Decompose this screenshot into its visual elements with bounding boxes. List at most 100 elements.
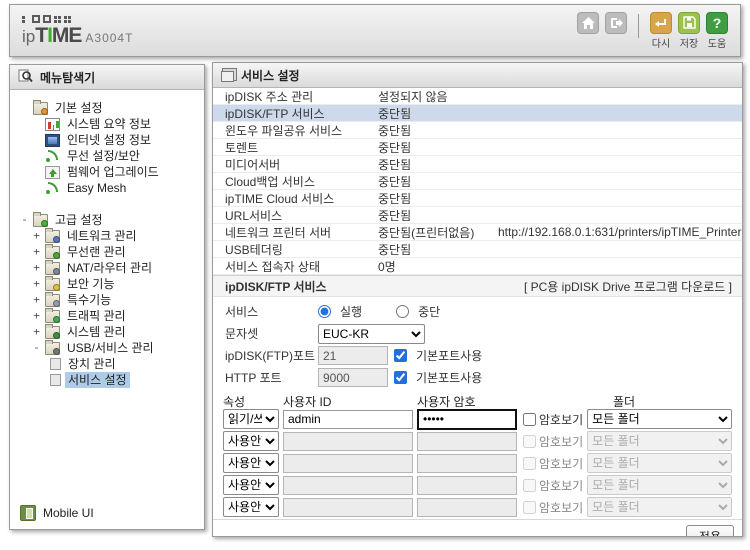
show-password-checkbox[interactable] <box>523 413 536 426</box>
tree-item-system-summary[interactable]: 시스템 요약 정보 <box>18 116 200 132</box>
tree-item-usb-service-management[interactable]: -USB/서비스 관리 <box>18 340 200 356</box>
service-row[interactable]: 미디어서버중단됨 <box>213 156 742 173</box>
attr-select[interactable]: 읽기/쓰기 <box>223 409 279 429</box>
page-icon <box>50 358 61 370</box>
tree-item-firmware-upgrade[interactable]: 펌웨어 업그레이드 <box>18 164 200 180</box>
tree-item-internet-info[interactable]: 인터넷 설정 정보 <box>18 132 200 148</box>
show-password-checkbox[interactable] <box>523 501 536 514</box>
service-stop-radio[interactable] <box>396 305 409 318</box>
iptime-logo: ipTIMEA3004T <box>22 14 133 48</box>
folder-plus-icon <box>33 214 48 227</box>
home-icon[interactable] <box>577 12 599 34</box>
help-label: 도움 <box>708 35 726 50</box>
service-row[interactable]: ipTIME Cloud 서비스중단됨 <box>213 190 742 207</box>
user-id-input[interactable] <box>283 454 413 473</box>
attr-select[interactable]: 사용안함 <box>223 475 279 495</box>
tree-item-system-management[interactable]: +시스템 관리 <box>18 324 200 340</box>
ipdisk-drive-download-link[interactable]: [ PC용 ipDISK Drive 프로그램 다운로드 ] <box>524 278 732 295</box>
refresh-label: 다시 <box>652 35 670 50</box>
tree-item-wlan-management[interactable]: +무선랜 관리 <box>18 244 200 260</box>
service-row-selected[interactable]: ipDISK/FTP 서비스중단됨 <box>213 105 742 122</box>
upgrade-icon <box>45 166 60 179</box>
attr-header: 속성 <box>223 393 283 410</box>
run-label: 실행 <box>340 303 362 320</box>
tree-item-service-settings[interactable]: 서비스 설정 <box>18 372 200 388</box>
pages-icon <box>221 71 234 82</box>
folder-select[interactable]: 모든 폴더 <box>587 409 732 429</box>
help-icon[interactable]: ? <box>706 12 728 34</box>
tree-item-basic-settings[interactable]: 기본 설정 <box>18 100 200 116</box>
show-password-label: 암호보기 <box>539 411 583 428</box>
password-input[interactable] <box>417 498 517 517</box>
password-input[interactable] <box>417 454 517 473</box>
folder-header: 폴더 <box>613 393 732 410</box>
user-id-input[interactable] <box>283 432 413 451</box>
mobile-phone-icon <box>20 505 36 521</box>
section-header: ipDISK/FTP 서비스 [ PC용 ipDISK Drive 프로그램 다… <box>213 275 742 297</box>
mobile-ui-link[interactable]: Mobile UI <box>10 499 204 529</box>
service-row[interactable]: 윈도우 파일공유 서비스중단됨 <box>213 122 742 139</box>
user-row-1: 읽기/쓰기 암호보기 모든 폴더 <box>223 409 732 429</box>
folder-select[interactable]: 모든 폴더 <box>587 475 732 495</box>
tree-item-device-management[interactable]: 장치 관리 <box>18 356 200 372</box>
ftp-default-port-label: 기본포트사용 <box>416 347 482 364</box>
ftp-port-input[interactable] <box>318 346 388 365</box>
folder-router-icon <box>45 262 60 275</box>
service-row[interactable]: Cloud백업 서비스중단됨 <box>213 173 742 190</box>
show-password-label: 암호보기 <box>539 499 583 516</box>
show-password-checkbox[interactable] <box>523 479 536 492</box>
show-password-checkbox[interactable] <box>523 435 536 448</box>
apply-button[interactable]: 적용 <box>686 525 734 536</box>
service-row[interactable]: 토렌트중단됨 <box>213 139 742 156</box>
attr-select[interactable]: 사용안함 <box>223 453 279 473</box>
tree-item-network-management[interactable]: +네트워크 관리 <box>18 228 200 244</box>
tree-item-advanced-settings[interactable]: -고급 설정 <box>18 212 200 228</box>
tree-item-special-functions[interactable]: +특수기능 <box>18 292 200 308</box>
service-row[interactable]: 서비스 접속자 상태0명 <box>213 258 742 275</box>
page-title: 서비스 설정 <box>241 67 300 84</box>
password-input[interactable] <box>417 432 517 451</box>
refresh-icon[interactable] <box>650 12 672 34</box>
logo-model: A3004T <box>85 31 133 45</box>
service-row[interactable]: ipDISK 주소 관리설정되지 않음 <box>213 88 742 105</box>
save-icon[interactable] <box>678 12 700 34</box>
tree-item-easy-mesh[interactable]: Easy Mesh <box>18 180 200 196</box>
chart-icon <box>45 118 60 131</box>
ftp-default-port-checkbox[interactable] <box>394 349 407 362</box>
stop-label: 중단 <box>418 303 440 320</box>
router-admin-page: ipTIMEA3004T 다시 저장 <box>0 0 750 550</box>
folder-select[interactable]: 모든 폴더 <box>587 431 732 451</box>
attr-select[interactable]: 사용안함 <box>223 431 279 451</box>
password-input[interactable] <box>417 409 517 430</box>
folder-select[interactable]: 모든 폴더 <box>587 453 732 473</box>
folder-traffic-icon <box>45 310 60 323</box>
tree-item-traffic-management[interactable]: +트래픽 관리 <box>18 308 200 324</box>
tree-item-wireless-security[interactable]: 무선 설정/보안 <box>18 148 200 164</box>
service-label: 서비스 <box>225 303 318 320</box>
service-row[interactable]: USB테더링중단됨 <box>213 241 742 258</box>
tree-item-nat-router[interactable]: +NAT/라우터 관리 <box>18 260 200 276</box>
user-id-input[interactable] <box>283 476 413 495</box>
logout-icon[interactable] <box>605 12 627 34</box>
folder-network-icon <box>45 230 60 243</box>
user-id-input[interactable] <box>283 410 413 429</box>
service-run-radio[interactable] <box>318 305 331 318</box>
user-id-input[interactable] <box>283 498 413 517</box>
service-row[interactable]: URL서비스중단됨 <box>213 207 742 224</box>
logo-t: T <box>35 24 47 48</box>
ftp-settings-form: 서비스 실행 중단 문자셋 EUC-KR ipDISK(FTP)포트 <box>213 297 742 391</box>
charset-select[interactable]: EUC-KR <box>318 324 425 344</box>
http-port-input[interactable] <box>318 368 388 387</box>
folder-select[interactable]: 모든 폴더 <box>587 497 732 517</box>
main-header: 서비스 설정 <box>213 63 742 88</box>
page-icon <box>50 374 61 386</box>
tree-item-security[interactable]: +보안 기능 <box>18 276 200 292</box>
folder-system-icon <box>45 326 60 339</box>
attr-select[interactable]: 사용안함 <box>223 497 279 517</box>
password-input[interactable] <box>417 476 517 495</box>
logo-ip: ip <box>22 27 35 47</box>
section-title: ipDISK/FTP 서비스 <box>225 278 327 295</box>
http-default-port-checkbox[interactable] <box>394 371 407 384</box>
service-row[interactable]: 네트워크 프린터 서버중단됨(프린터없음)http://192.168.0.1:… <box>213 224 742 241</box>
show-password-checkbox[interactable] <box>523 457 536 470</box>
